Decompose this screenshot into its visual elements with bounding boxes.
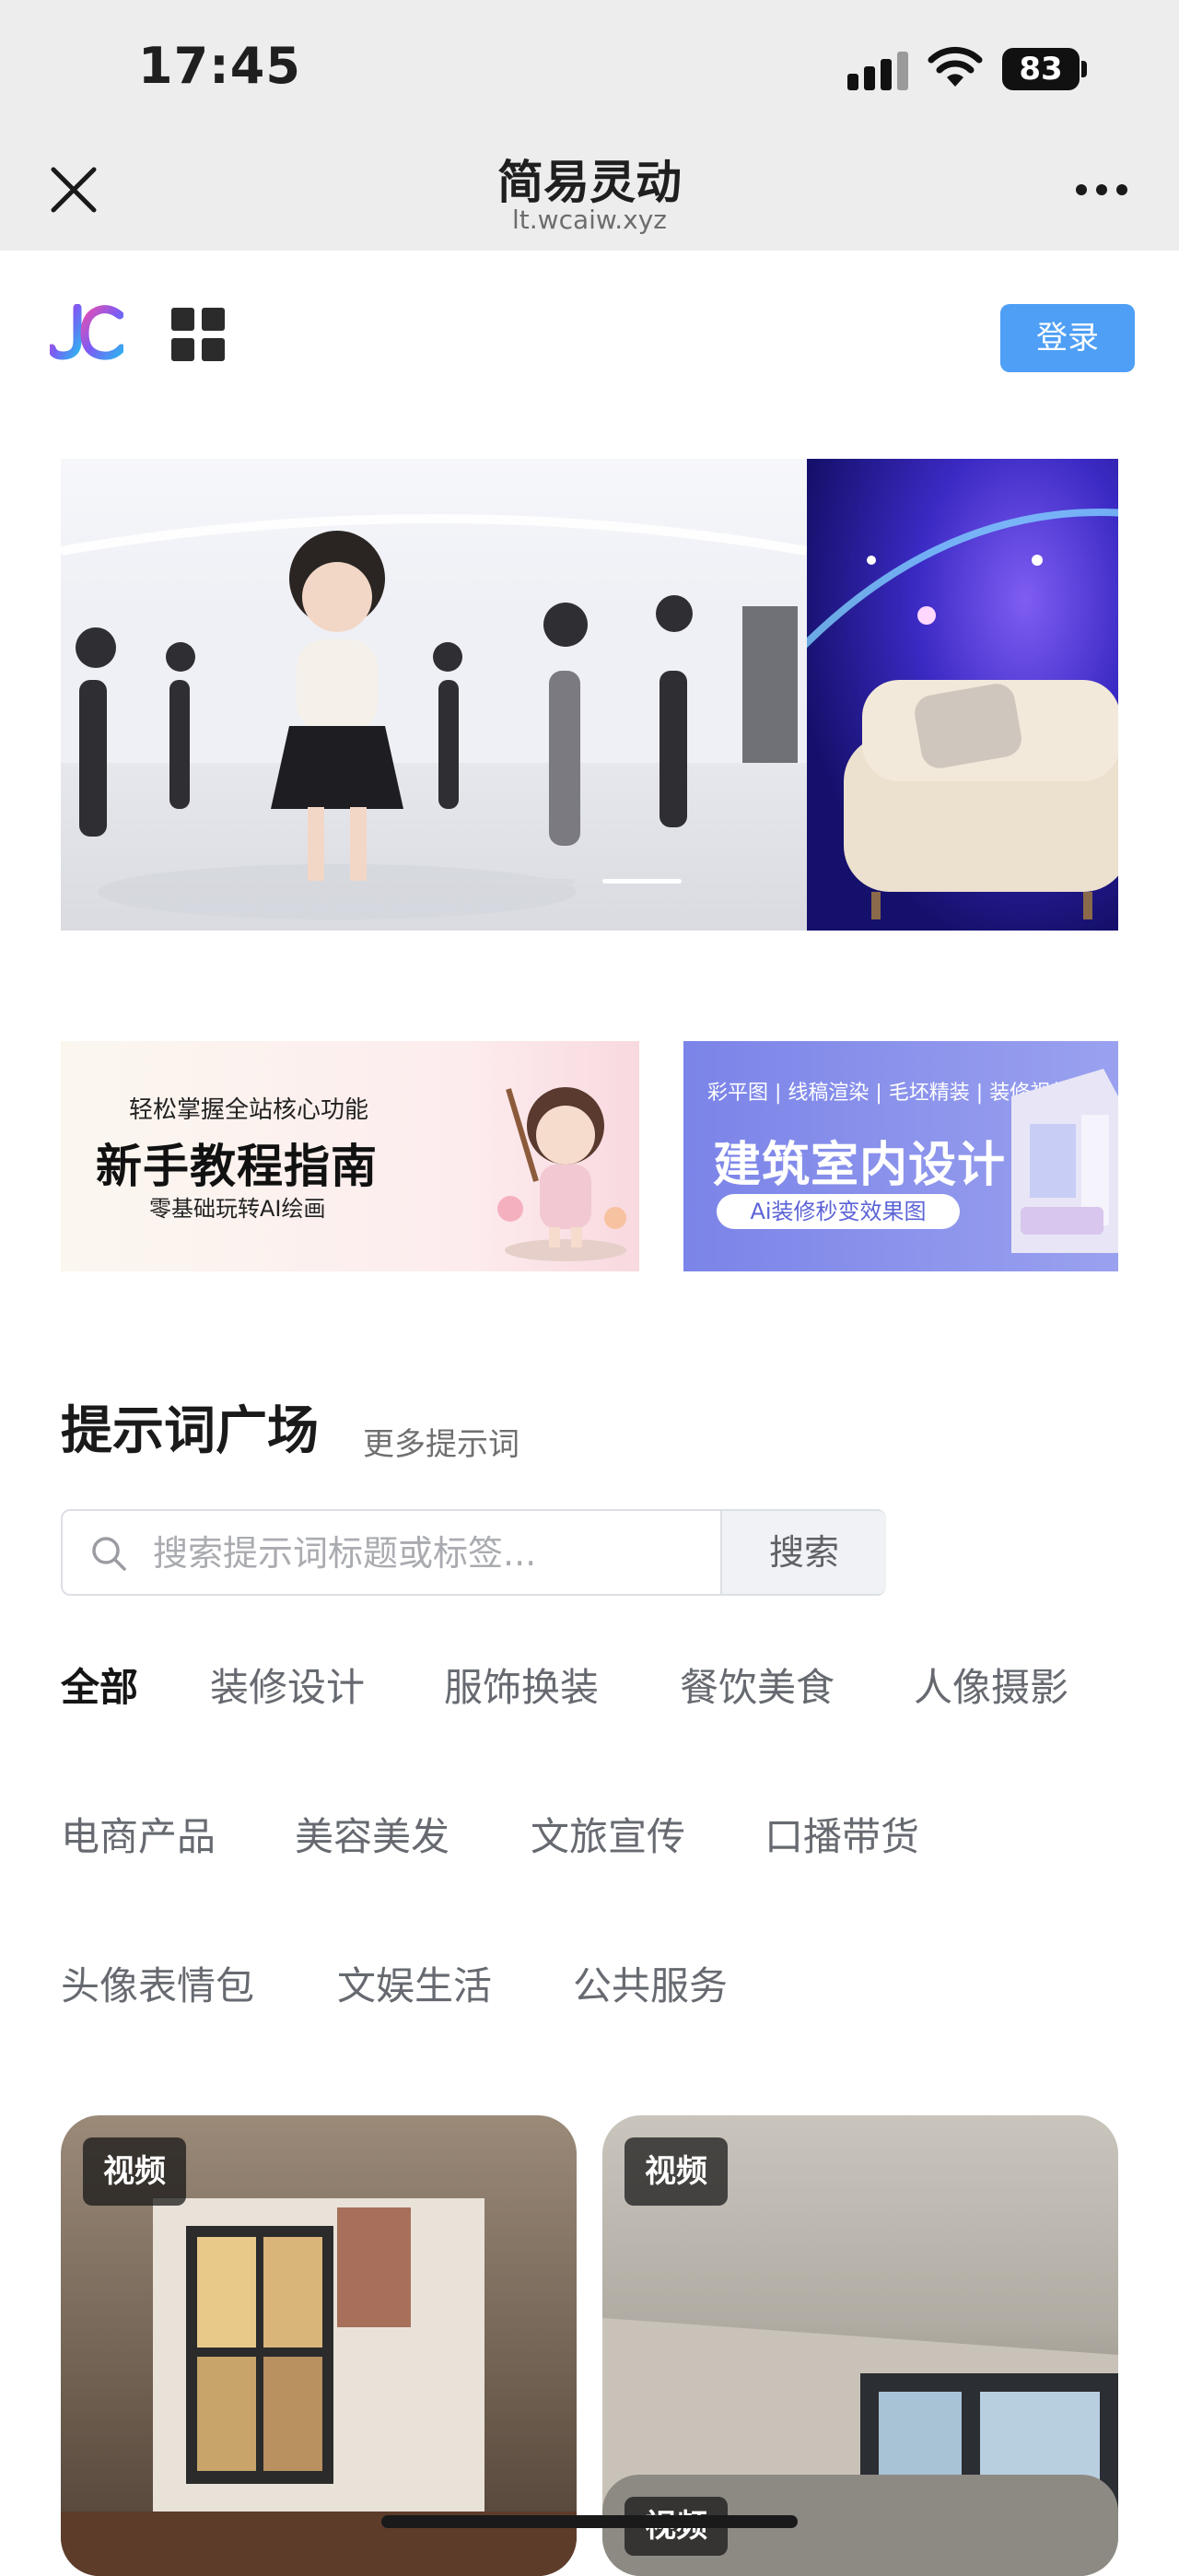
tab-all[interactable]: 全部 (61, 1657, 138, 1713)
promo-pill: Ai装修秒变效果图 (717, 1194, 960, 1229)
video-badge: 视频 (83, 2137, 186, 2206)
tab-entertainment-life[interactable]: 文娱生活 (337, 1955, 492, 2011)
prompt-card[interactable]: 视频 (61, 2115, 577, 2576)
fashion-show-illustration (61, 514, 808, 919)
more-prompts-link[interactable]: 更多提示词 (363, 1419, 519, 1464)
home-indicator (381, 2515, 798, 2528)
promo-interior-design[interactable]: 彩平图 | 线稿渲染 | 毛坯精装 | 装修视频 建筑室内设计 Ai装修秒变效果… (683, 1041, 1118, 1271)
promo-title: 新手教程指南 (96, 1140, 378, 1193)
section-title: 提示词广场 (61, 1401, 319, 1461)
battery-level: 83 (1002, 48, 1080, 90)
tab-live-selling[interactable]: 口播带货 (765, 1806, 919, 1862)
promo-title: 建筑室内设计 (713, 1138, 1007, 1193)
tab-public-service[interactable]: 公共服务 (573, 1955, 728, 2011)
promo-subtitle: 零基础玩转AI绘画 (149, 1196, 326, 1222)
painter-girl-illustration (497, 1087, 626, 1261)
page-title: 简易灵动 (497, 156, 682, 209)
search-input[interactable] (151, 1511, 763, 1596)
more-options-icon[interactable] (1074, 181, 1129, 199)
banner-slide-sofa[interactable] (786, 459, 1118, 931)
prompt-card[interactable]: 视频 视频 (602, 2115, 1118, 2576)
wechat-header: 17:45 83 简易灵动 lt.wcaiw.xyz (0, 0, 1179, 251)
tab-food[interactable]: 餐饮美食 (680, 1657, 835, 1713)
promo-tutorial-guide[interactable]: 轻松掌握全站核心功能 新手教程指南 零基础玩转AI绘画 (61, 1041, 639, 1271)
tab-decoration-design[interactable]: 装修设计 (210, 1657, 365, 1713)
search-bar: 搜索 (61, 1509, 886, 1596)
status-time: 17:45 (138, 37, 301, 95)
tab-ecommerce-products[interactable]: 电商产品 (61, 1806, 216, 1862)
banner-slide-fashion[interactable] (61, 459, 808, 931)
tab-avatar-stickers[interactable]: 头像表情包 (61, 1955, 254, 2011)
cellular-signal-icon (847, 52, 908, 90)
promo-kicker: 轻松掌握全站核心功能 (129, 1096, 369, 1124)
wifi-icon (928, 46, 983, 87)
room-illustration (1011, 1069, 1118, 1253)
tab-portrait-photography[interactable]: 人像摄影 (914, 1657, 1068, 1713)
page-url: lt.wcaiw.xyz (512, 205, 667, 235)
sofa-illustration (786, 509, 1118, 919)
site-logo[interactable] (50, 304, 123, 361)
search-button[interactable]: 搜索 (720, 1511, 886, 1594)
tab-culture-tourism[interactable]: 文旅宣传 (531, 1806, 685, 1862)
apps-grid-icon[interactable] (171, 308, 225, 361)
video-badge: 视频 (625, 2137, 728, 2206)
banner-carousel[interactable] (61, 459, 1118, 931)
battery-icon: 83 (1002, 48, 1089, 90)
search-icon (92, 1537, 126, 1571)
login-button[interactable]: 登录 (1000, 304, 1135, 372)
tab-beauty-hair[interactable]: 美容美发 (295, 1806, 449, 1862)
tab-clothing-change[interactable]: 服饰换装 (444, 1657, 599, 1713)
